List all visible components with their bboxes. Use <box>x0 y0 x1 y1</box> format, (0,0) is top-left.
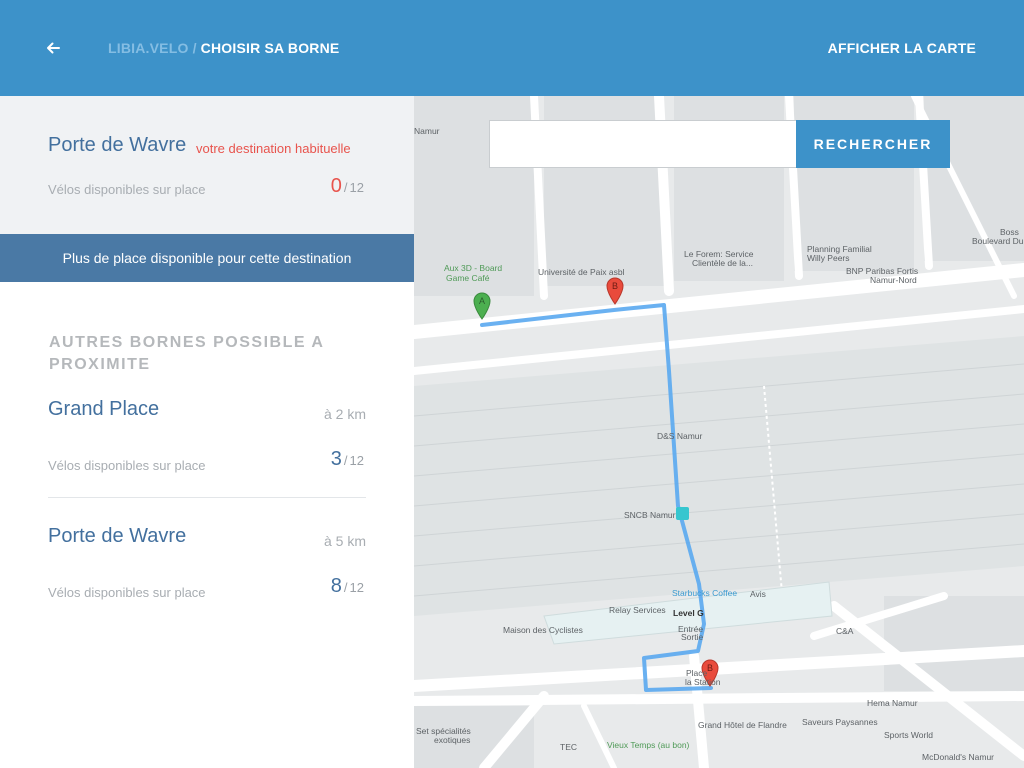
marker-b-label: B <box>612 281 618 291</box>
map-label-level: Level G <box>673 608 704 618</box>
marker-b-destination-label: B <box>707 663 713 673</box>
map-canvas[interactable] <box>414 96 1024 768</box>
available-bikes-label: Vélos disponibles sur place <box>48 458 206 473</box>
map-label-ca: C&A <box>836 626 854 636</box>
map-label-aux3d-2: Game Café <box>446 273 490 283</box>
count-separator: / <box>343 580 348 595</box>
map-label-planning-2: Willy Peers <box>807 253 850 263</box>
map-label-hema: Hema Namur <box>867 698 918 708</box>
map-label-tec: TEC <box>560 742 577 752</box>
top-bar: LIBIA.VELO / CHOISIR SA BORNE AFFICHER LA … <box>0 0 1024 96</box>
stations-panel: Porte de Wavre votre destination habitue… <box>0 96 414 768</box>
map-label-sortie: Sortie <box>681 632 704 642</box>
map-label-vieux-temps: Vieux Temps (au bon) <box>607 740 690 750</box>
available-bikes-label: Vélos disponibles sur place <box>48 182 206 197</box>
current-station-card[interactable]: Porte de Wavre votre destination habitue… <box>0 96 414 234</box>
available-count: 8 <box>330 575 342 597</box>
count-separator: / <box>343 180 348 195</box>
bike-count: 8/12 <box>331 575 364 598</box>
map-label-sept-2: exotiques <box>434 735 471 745</box>
count-separator: / <box>343 453 348 468</box>
map-label-aux3d: Aux 3D - Board <box>444 263 503 273</box>
station-item[interactable]: Porte de Wavre à 5 km Vélos disponibles … <box>0 525 414 643</box>
map-label-boulevard: Boulevard Du <box>972 236 1024 246</box>
marker-a-label: A <box>479 296 485 306</box>
breadcrumb-parent-link[interactable]: LIBIA.VELO <box>108 40 189 56</box>
station-name: Porte de Wavre <box>48 525 187 547</box>
available-bikes-label: Vélos disponibles sur place <box>48 585 206 600</box>
map-label-forem-2: Clientèle de la... <box>692 258 753 268</box>
capacity-count: 12 <box>349 453 364 468</box>
available-count: 3 <box>330 448 342 470</box>
no-space-alert: Plus de place disponible pour cette dest… <box>0 234 414 282</box>
map-label-bnp-2: Namur-Nord <box>870 275 917 285</box>
breadcrumb-separator: / <box>192 40 197 56</box>
search-input[interactable] <box>489 120 797 168</box>
map-label-avis: Avis <box>750 589 766 599</box>
arrow-left-icon <box>47 42 60 54</box>
available-count: 0 <box>330 175 342 197</box>
map-view[interactable]: RECHERCHER A B B Namur Aux 3D - Board Ga… <box>414 96 1024 768</box>
capacity-count: 12 <box>349 580 364 595</box>
search-button[interactable]: RECHERCHER <box>796 120 950 168</box>
map-label-sncb: SNCB Namur <box>624 510 676 520</box>
station-name: Grand Place <box>48 398 160 420</box>
station-item[interactable]: Grand Place à 2 km Vélos disponibles sur… <box>0 398 414 516</box>
map-label-sports-world: Sports World <box>884 730 933 740</box>
route-marker-a[interactable]: A <box>473 292 491 320</box>
divider <box>48 497 366 498</box>
breadcrumb: LIBIA.VELO / CHOISIR SA BORNE <box>108 40 339 56</box>
map-label-universite: Université de Paix asbl <box>538 267 625 277</box>
show-map-button[interactable]: AFFICHER LA CARTE <box>828 40 976 56</box>
current-station-name: Porte de Wavre <box>48 134 187 156</box>
map-label-grand-hotel: Grand Hôtel de Flandre <box>698 720 787 730</box>
capacity-count: 12 <box>349 180 364 195</box>
nearby-stations-heading: AUTRES BORNES POSSIBLE A PROXIMITE <box>49 334 324 373</box>
station-distance: à 5 km <box>323 533 366 549</box>
map-label-ds-namur: D&S Namur <box>657 431 703 441</box>
map-label-station: la Station <box>685 677 721 687</box>
back-button[interactable] <box>44 36 64 60</box>
map-label-namur: Namur <box>414 126 440 136</box>
map-label-saveurs: Saveurs Paysannes <box>802 717 878 727</box>
bike-count: 3/12 <box>331 448 364 471</box>
bike-count: 0/12 <box>331 175 364 198</box>
route-marker-b[interactable]: B <box>606 277 624 305</box>
map-label-maison: Maison des Cyclistes <box>503 625 583 635</box>
station-distance: à 2 km <box>323 406 366 422</box>
usual-destination-tag: votre destination habituelle <box>196 141 351 156</box>
page-title: CHOISIR SA BORNE <box>200 40 340 56</box>
map-label-relay: Relay Services <box>609 605 666 615</box>
map-label-mcdonalds: McDonald's Namur <box>922 752 995 762</box>
map-label-starbucks: Starbucks Coffee <box>672 588 738 598</box>
